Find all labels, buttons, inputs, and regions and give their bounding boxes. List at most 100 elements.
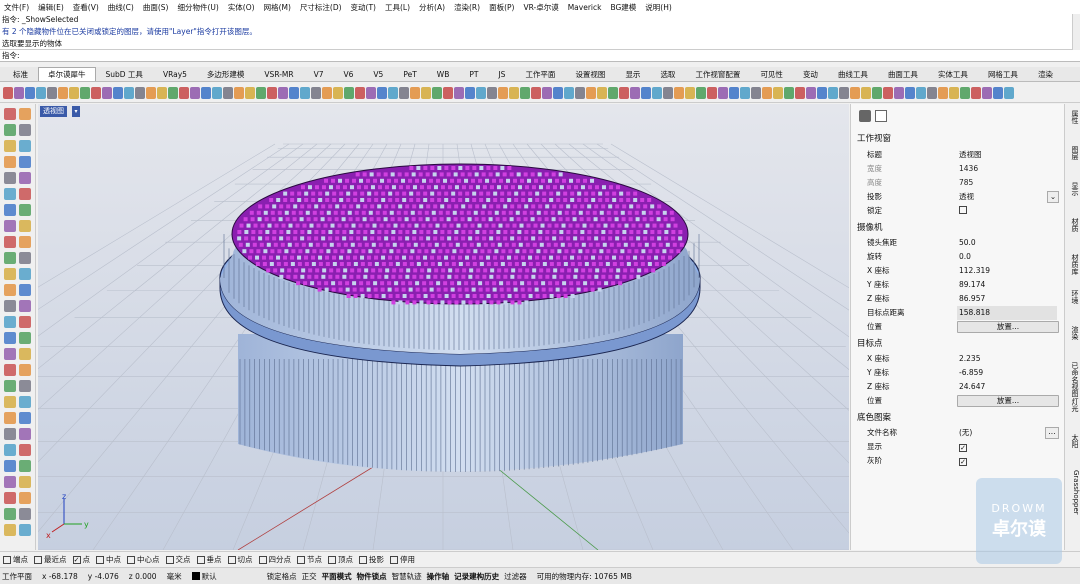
tool-icon[interactable] bbox=[4, 172, 16, 184]
tool-icon[interactable] bbox=[4, 252, 16, 264]
menu-item[interactable]: 工具(L) bbox=[385, 2, 410, 13]
tool-icon[interactable] bbox=[19, 396, 31, 408]
tool-icon[interactable] bbox=[762, 86, 772, 99]
status-toggle[interactable]: 平面模式 bbox=[322, 571, 352, 582]
tool-icon[interactable] bbox=[454, 86, 464, 99]
side-tab[interactable]: Grasshopper bbox=[1066, 470, 1080, 515]
prop-target-dist-value[interactable]: 158.818 bbox=[957, 306, 1057, 320]
prop-tgt-x-value[interactable]: 2.235 bbox=[959, 352, 980, 366]
tool-icon[interactable] bbox=[19, 332, 31, 344]
tool-icon[interactable] bbox=[4, 364, 16, 376]
tool-icon[interactable] bbox=[19, 300, 31, 312]
tool-icon[interactable] bbox=[696, 86, 706, 99]
prop-show-checkbox[interactable]: ✓ bbox=[959, 444, 967, 452]
status-unit[interactable]: 毫米 bbox=[167, 571, 182, 582]
tool-icon[interactable] bbox=[773, 86, 783, 99]
tool-icon[interactable] bbox=[14, 86, 24, 99]
osnap-item[interactable]: 中心点 bbox=[127, 554, 160, 565]
tool-icon[interactable] bbox=[19, 124, 31, 136]
tool-icon[interactable] bbox=[19, 476, 31, 488]
toolbar-tab[interactable]: WB bbox=[427, 67, 460, 81]
tool-icon[interactable] bbox=[19, 364, 31, 376]
toolbar-tab[interactable]: 曲线工具 bbox=[828, 67, 878, 81]
tool-icon[interactable] bbox=[4, 412, 16, 424]
tool-icon[interactable] bbox=[4, 492, 16, 504]
osnap-item[interactable]: 投影 bbox=[359, 554, 384, 565]
tool-icon[interactable] bbox=[4, 268, 16, 280]
tool-icon[interactable] bbox=[4, 140, 16, 152]
tool-icon[interactable] bbox=[872, 86, 882, 99]
toolbar-tab[interactable]: 变动 bbox=[793, 67, 828, 81]
tool-icon[interactable] bbox=[4, 428, 16, 440]
tool-icon[interactable] bbox=[19, 156, 31, 168]
status-toggle[interactable]: 物件锁点 bbox=[357, 571, 387, 582]
toolbar-tab[interactable]: 渲染 bbox=[1028, 67, 1063, 81]
tool-icon[interactable] bbox=[465, 86, 475, 99]
heatsink-model[interactable] bbox=[219, 163, 701, 472]
tool-icon[interactable] bbox=[795, 86, 805, 99]
tool-icon[interactable] bbox=[300, 86, 310, 99]
tool-icon[interactable] bbox=[91, 86, 101, 99]
tool-icon[interactable] bbox=[674, 86, 684, 99]
toolbar-tab[interactable]: 曲面工具 bbox=[878, 67, 928, 81]
chevron-down-icon[interactable]: ⌄ bbox=[1047, 191, 1059, 203]
tool-icon[interactable] bbox=[19, 252, 31, 264]
menu-item[interactable]: 面板(P) bbox=[489, 2, 514, 13]
menu-item[interactable]: 分析(A) bbox=[419, 2, 445, 13]
osnap-item[interactable]: 顶点 bbox=[328, 554, 353, 565]
status-toggle[interactable]: 过滤器 bbox=[504, 571, 527, 582]
osnap-item[interactable]: 节点 bbox=[297, 554, 322, 565]
menu-item[interactable]: Maverick bbox=[568, 3, 602, 12]
menu-item[interactable]: 实体(O) bbox=[228, 2, 255, 13]
tool-icon[interactable] bbox=[19, 236, 31, 248]
tool-icon[interactable] bbox=[509, 86, 519, 99]
menu-item[interactable]: BG建模 bbox=[610, 2, 636, 13]
osnap-item[interactable]: 切点 bbox=[227, 554, 253, 565]
tool-icon[interactable] bbox=[4, 444, 16, 456]
prop-gray-checkbox[interactable]: ✓ bbox=[959, 458, 967, 466]
tool-icon[interactable] bbox=[19, 412, 31, 424]
side-tab[interactable]: 环境 bbox=[1066, 290, 1080, 304]
tool-icon[interactable] bbox=[179, 86, 189, 99]
menu-item[interactable]: 编辑(E) bbox=[38, 2, 64, 13]
target-place-button[interactable]: 放置... bbox=[957, 395, 1059, 407]
prop-tgt-y-value[interactable]: -6.859 bbox=[959, 366, 983, 380]
osnap-item[interactable]: 四分点 bbox=[258, 554, 291, 565]
tool-icon[interactable] bbox=[19, 268, 31, 280]
tool-icon[interactable] bbox=[850, 86, 860, 99]
tool-icon[interactable] bbox=[421, 86, 431, 99]
tool-icon[interactable] bbox=[124, 86, 134, 99]
tool-icon[interactable] bbox=[311, 86, 321, 99]
toolbar-tab[interactable]: 可见性 bbox=[750, 67, 793, 81]
tool-icon[interactable] bbox=[586, 86, 596, 99]
tool-icon[interactable] bbox=[245, 86, 255, 99]
tool-icon[interactable] bbox=[685, 86, 695, 99]
tool-icon[interactable] bbox=[135, 86, 145, 99]
toolbar-tab[interactable]: 卓尔谟犀牛 bbox=[38, 67, 96, 81]
tool-icon[interactable] bbox=[531, 86, 541, 99]
tool-icon[interactable] bbox=[355, 86, 365, 99]
menu-item[interactable]: 渲染(R) bbox=[454, 2, 480, 13]
tool-icon[interactable] bbox=[487, 86, 497, 99]
tool-icon[interactable] bbox=[652, 86, 662, 99]
menu-item[interactable]: 查看(V) bbox=[73, 2, 99, 13]
tool-icon[interactable] bbox=[19, 444, 31, 456]
tool-icon[interactable] bbox=[3, 86, 13, 99]
tool-icon[interactable] bbox=[19, 460, 31, 472]
tool-icon[interactable] bbox=[157, 86, 167, 99]
tool-icon[interactable] bbox=[146, 86, 156, 99]
toolbar-tab[interactable]: 工作视窗配置 bbox=[685, 67, 750, 81]
tool-icon[interactable] bbox=[520, 86, 530, 99]
osnap-checkbox[interactable] bbox=[34, 556, 42, 564]
tool-icon[interactable] bbox=[377, 86, 387, 99]
tool-icon[interactable] bbox=[19, 492, 31, 504]
tool-icon[interactable] bbox=[19, 348, 31, 360]
tool-icon[interactable] bbox=[839, 86, 849, 99]
tool-icon[interactable] bbox=[80, 86, 90, 99]
tool-icon[interactable] bbox=[4, 524, 16, 536]
tool-icon[interactable] bbox=[388, 86, 398, 99]
tool-icon[interactable] bbox=[168, 86, 178, 99]
toolbar-tab[interactable]: SubD 工具 bbox=[96, 67, 153, 81]
tool-icon[interactable] bbox=[234, 86, 244, 99]
tool-icon[interactable] bbox=[19, 108, 31, 120]
